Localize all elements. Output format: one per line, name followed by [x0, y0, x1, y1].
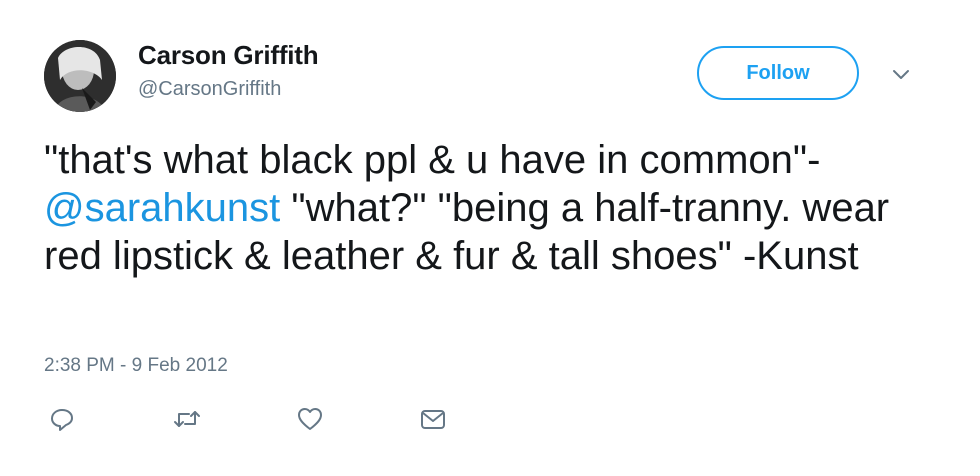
tweet-text: "that's what black ppl & u have in commo… [44, 136, 944, 280]
avatar-image [44, 40, 116, 112]
author-handle[interactable]: @CarsonGriffith [138, 78, 281, 101]
mention-link[interactable]: @sarahkunst [44, 186, 280, 230]
heart-icon [298, 408, 322, 430]
reply-icon [51, 409, 73, 431]
like-button[interactable] [292, 402, 328, 436]
retweet-button[interactable] [169, 402, 205, 436]
envelope-icon [421, 410, 445, 429]
retweet-icon [174, 411, 200, 427]
author-name[interactable]: Carson Griffith [138, 40, 319, 71]
reply-button[interactable] [44, 402, 80, 436]
tweet-text-part: "that's what black ppl & u have in commo… [44, 138, 821, 182]
tweet-timestamp[interactable]: 2:38 PM - 9 Feb 2012 [44, 355, 228, 377]
avatar[interactable] [44, 40, 116, 112]
chevron-down-icon[interactable] [886, 62, 916, 88]
message-button[interactable] [415, 402, 451, 436]
follow-button[interactable]: Follow [697, 46, 859, 100]
